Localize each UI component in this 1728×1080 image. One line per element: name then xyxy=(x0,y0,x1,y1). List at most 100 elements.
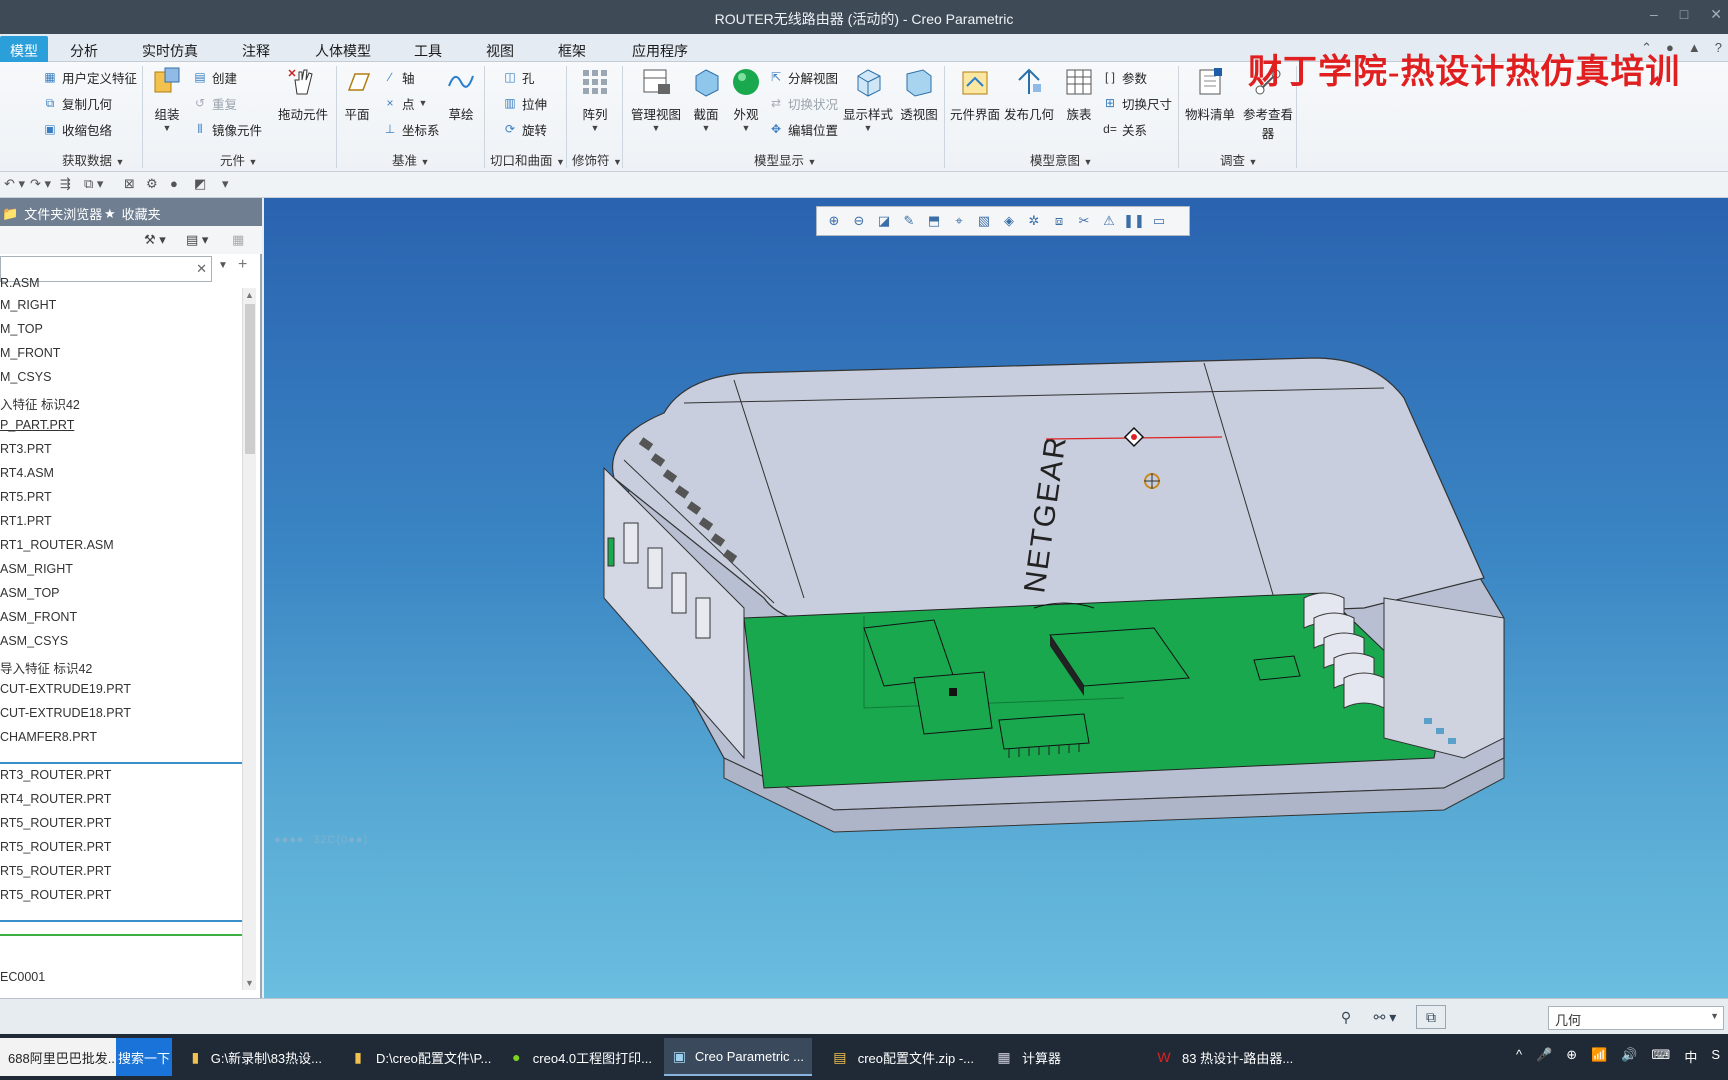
undo-icon[interactable]: ↶ ▾ xyxy=(4,176,25,192)
regenerate-icon[interactable]: ⇶ xyxy=(60,176,71,192)
tree-item[interactable]: M_FRONT xyxy=(0,346,60,360)
tab-analysis[interactable]: 分析 xyxy=(60,38,108,62)
tree-scrollbar[interactable]: ▲ ▼ xyxy=(242,288,256,990)
tree-item[interactable]: RT1.PRT xyxy=(0,514,52,528)
tree-item[interactable]: RT5_ROUTER.PRT xyxy=(0,816,111,830)
appearance-button[interactable]: 外观 ▼ xyxy=(730,64,762,133)
shrinkwrap-button[interactable]: ▣ 收缩包络 xyxy=(42,118,112,140)
bom-button[interactable]: 物料清单 xyxy=(1184,64,1236,123)
maximize-button[interactable]: □ xyxy=(1680,6,1688,23)
tree-settings-icon[interactable]: ⚒ ▾ xyxy=(144,232,166,248)
tab-view[interactable]: 视图 xyxy=(476,38,524,62)
microphone-icon[interactable]: 🎤 xyxy=(1536,1047,1552,1066)
render-icon[interactable]: ◩ xyxy=(194,176,206,192)
axis-button[interactable]: ∕ 轴 xyxy=(382,66,415,88)
tree-item[interactable]: ASM_FRONT xyxy=(0,610,77,624)
explode-view-button[interactable]: ⇱ 分解视图 xyxy=(768,66,838,88)
taskbar-app-calculator[interactable]: ▦ 计算器 xyxy=(986,1038,1136,1076)
taskbar-search-button[interactable]: 搜索一下 xyxy=(116,1038,172,1076)
tree-item[interactable]: RT5.PRT xyxy=(0,490,52,504)
point-button[interactable]: × 点 ▼ xyxy=(382,92,427,114)
graphics-window[interactable]: ⊕ ⊖ ◪ ✎ ⬒ ⌖ ▧ ◈ ✲ ⧈ ✂ ⚠ ❚❚ ▭ NETGEAR ●●●… xyxy=(264,198,1728,998)
section-button[interactable]: 截面 ▼ xyxy=(690,64,722,133)
close-window-icon[interactable]: ⊠ xyxy=(124,176,135,192)
hole-button[interactable]: ◫ 孔 xyxy=(502,66,534,88)
manage-views-button[interactable]: 管理视图 ▼ xyxy=(630,64,682,133)
network-icon[interactable]: 📶 xyxy=(1591,1047,1607,1066)
minimize-button[interactable]: – xyxy=(1650,6,1658,23)
group-label-investigate[interactable]: 调查 ▼ xyxy=(1220,150,1257,169)
edit-position-button[interactable]: ✥ 编辑位置 xyxy=(768,118,838,140)
sketch-button[interactable]: 草绘 xyxy=(446,64,476,123)
tree-item[interactable]: P_PART.PRT xyxy=(0,418,74,432)
tree-item[interactable]: EC0001 xyxy=(0,970,45,984)
taskbar-app-pdf[interactable]: ● creo4.0工程图打印... xyxy=(500,1038,660,1076)
taskbar-search-box[interactable]: 688阿里巴巴批发... xyxy=(0,1038,116,1076)
family-table-button[interactable]: 族表 xyxy=(1062,64,1096,123)
tray-app-icon[interactable]: ⊕ xyxy=(1566,1047,1577,1066)
relations-button[interactable]: d= 关系 xyxy=(1102,118,1147,140)
tree-item[interactable]: RT5_ROUTER.PRT xyxy=(0,864,111,878)
perspective-button[interactable]: 透视图 xyxy=(900,64,938,123)
tab-annotate[interactable]: 注释 xyxy=(232,38,280,62)
find-icon[interactable]: ⚯ ▾ xyxy=(1366,1005,1404,1029)
tab-tools[interactable]: 工具 xyxy=(404,38,452,62)
repeat-button[interactable]: ↺ 重复 xyxy=(192,92,237,114)
group-label-modifiers[interactable]: 修饰符 ▼ xyxy=(572,150,622,169)
drag-component-button[interactable]: 拖动元件 xyxy=(276,64,330,123)
tab-framework[interactable]: 框架 xyxy=(548,38,596,62)
group-label-model-display[interactable]: 模型显示 ▼ xyxy=(754,150,816,169)
user-defined-feature-button[interactable]: ▦ 用户定义特征 xyxy=(42,66,137,88)
customize-qat-icon[interactable]: ▾ xyxy=(222,176,229,192)
tree-filter-icon[interactable]: ▤ ▾ xyxy=(186,232,208,248)
switch-dimensions-button[interactable]: ⊞ 切换尺寸 xyxy=(1102,92,1172,114)
taskbar-app-explorer-2[interactable]: ▮ D:\creo配置文件\P... xyxy=(340,1038,500,1076)
taskbar-app-wps[interactable]: W 83 热设计-路由器... xyxy=(1146,1038,1306,1076)
tree-item[interactable]: RT5_ROUTER.PRT xyxy=(0,840,111,854)
scroll-down-icon[interactable]: ▼ xyxy=(245,978,254,988)
windows-icon[interactable]: ⧉ ▾ xyxy=(84,176,103,192)
close-button[interactable]: ✕ xyxy=(1710,6,1722,23)
taskbar-app-explorer-1[interactable]: ▮ G:\新录制\83热设... xyxy=(180,1038,330,1076)
appearance-quick-icon[interactable]: ● xyxy=(170,176,178,191)
tree-item[interactable]: RT3_ROUTER.PRT xyxy=(0,768,111,782)
revolve-button[interactable]: ⟳ 旋转 xyxy=(502,118,547,140)
taskbar-app-zip[interactable]: ▤ creo配置文件.zip -... xyxy=(822,1038,982,1076)
tree-item[interactable]: RT5_ROUTER.PRT xyxy=(0,888,111,902)
tab-model[interactable]: 模型 xyxy=(0,36,48,62)
tree-item[interactable]: CUT-EXTRUDE19.PRT xyxy=(0,682,131,696)
tab-applications[interactable]: 应用程序 xyxy=(622,38,698,62)
tree-columns-icon[interactable]: ▦ xyxy=(232,232,244,248)
tab-favorites[interactable]: ★ 收藏夹 xyxy=(104,204,161,223)
tray-s-icon[interactable]: S xyxy=(1711,1047,1720,1066)
group-label-datum[interactable]: 基准 ▼ xyxy=(392,150,429,169)
tree-item[interactable]: R.ASM xyxy=(0,276,40,290)
plane-button[interactable]: 平面 xyxy=(342,64,372,123)
component-interface-button[interactable]: 元件界面 xyxy=(950,64,1000,123)
csys-button[interactable]: ⊥ 坐标系 xyxy=(382,118,440,140)
extrude-button[interactable]: ▥ 拉伸 xyxy=(502,92,547,114)
tree-item[interactable]: ASM_RIGHT xyxy=(0,562,73,576)
tree-item[interactable]: ASM_CSYS xyxy=(0,634,68,648)
group-label-components[interactable]: 元件 ▼ xyxy=(220,150,257,169)
tree-item[interactable]: 入特征 标识42 xyxy=(0,394,80,413)
tree-item[interactable]: M_CSYS xyxy=(0,370,51,384)
group-label-get-data[interactable]: 获取数据 ▼ xyxy=(62,150,124,169)
tree-item[interactable]: M_TOP xyxy=(0,322,43,336)
assemble-button[interactable]: 组装 ▼ xyxy=(148,64,186,133)
tree-item[interactable]: RT1_ROUTER.ASM xyxy=(0,538,114,552)
tab-folder-browser[interactable]: 📁 文件夹浏览器 xyxy=(2,204,102,223)
tree-item[interactable]: CUT-EXTRUDE18.PRT xyxy=(0,706,131,720)
publish-geometry-button[interactable]: 发布几何 xyxy=(1004,64,1054,123)
group-label-cut-surface[interactable]: 切口和曲面 ▼ xyxy=(490,150,565,169)
pattern-button[interactable]: 阵列 ▼ xyxy=(578,64,612,133)
selection-filter-dropdown[interactable]: 几何 ▼ xyxy=(1548,1006,1724,1030)
ime-indicator[interactable]: 中 xyxy=(1684,1047,1697,1066)
scroll-thumb[interactable] xyxy=(245,304,255,454)
display-style-button[interactable]: 显示样式 ▼ xyxy=(842,64,894,133)
keyboard-icon[interactable]: ⌨ xyxy=(1652,1047,1671,1066)
toggle-state-button[interactable]: ⇄ 切换状况 xyxy=(768,92,838,114)
tray-expand-icon[interactable]: ^ xyxy=(1516,1047,1522,1066)
tree-item[interactable]: CHAMFER8.PRT xyxy=(0,730,97,744)
mirror-component-button[interactable]: ⫴ 镜像元件 xyxy=(192,118,262,140)
